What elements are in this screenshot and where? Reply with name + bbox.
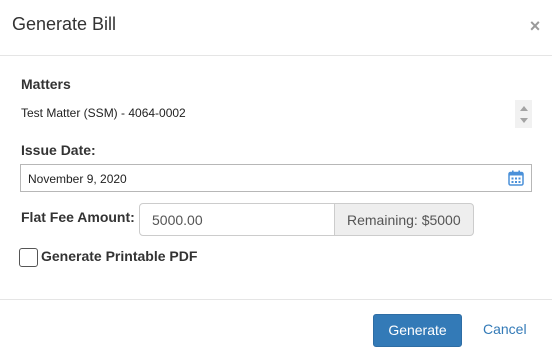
issue-date-label: Issue Date:: [21, 142, 96, 158]
flat-fee-value: 5000.00: [152, 212, 203, 228]
close-icon[interactable]: ×: [528, 17, 542, 35]
flat-fee-label: Flat Fee Amount:: [21, 209, 135, 225]
generate-button[interactable]: Generate: [373, 314, 462, 347]
issue-date-value: November 9, 2020: [28, 172, 127, 186]
flat-fee-input[interactable]: 5000.00: [139, 203, 335, 236]
modal-title: Generate Bill: [12, 14, 117, 34]
modal-footer: [0, 299, 552, 357]
calendar-icon[interactable]: [507, 169, 525, 187]
printable-pdf-checkbox[interactable]: [19, 248, 38, 267]
matters-label: Matters: [21, 76, 71, 92]
scroll-down-arrow-icon[interactable]: [520, 118, 528, 123]
printable-pdf-label[interactable]: Generate Printable PDF: [41, 248, 197, 264]
remaining-addon: Remaining: $5000: [334, 203, 474, 236]
issue-date-input[interactable]: November 9, 2020: [20, 164, 532, 192]
matters-listbox[interactable]: Test Matter (SSM) - 4064-0002: [21, 100, 532, 128]
modal-header: Generate Bill ×: [0, 0, 552, 56]
matters-scrollbar[interactable]: [515, 100, 532, 128]
cancel-link[interactable]: Cancel: [483, 321, 527, 337]
remaining-text: Remaining: $5000: [347, 212, 461, 228]
scroll-up-arrow-icon[interactable]: [520, 106, 528, 111]
matters-list-item[interactable]: Test Matter (SSM) - 4064-0002: [21, 106, 186, 120]
